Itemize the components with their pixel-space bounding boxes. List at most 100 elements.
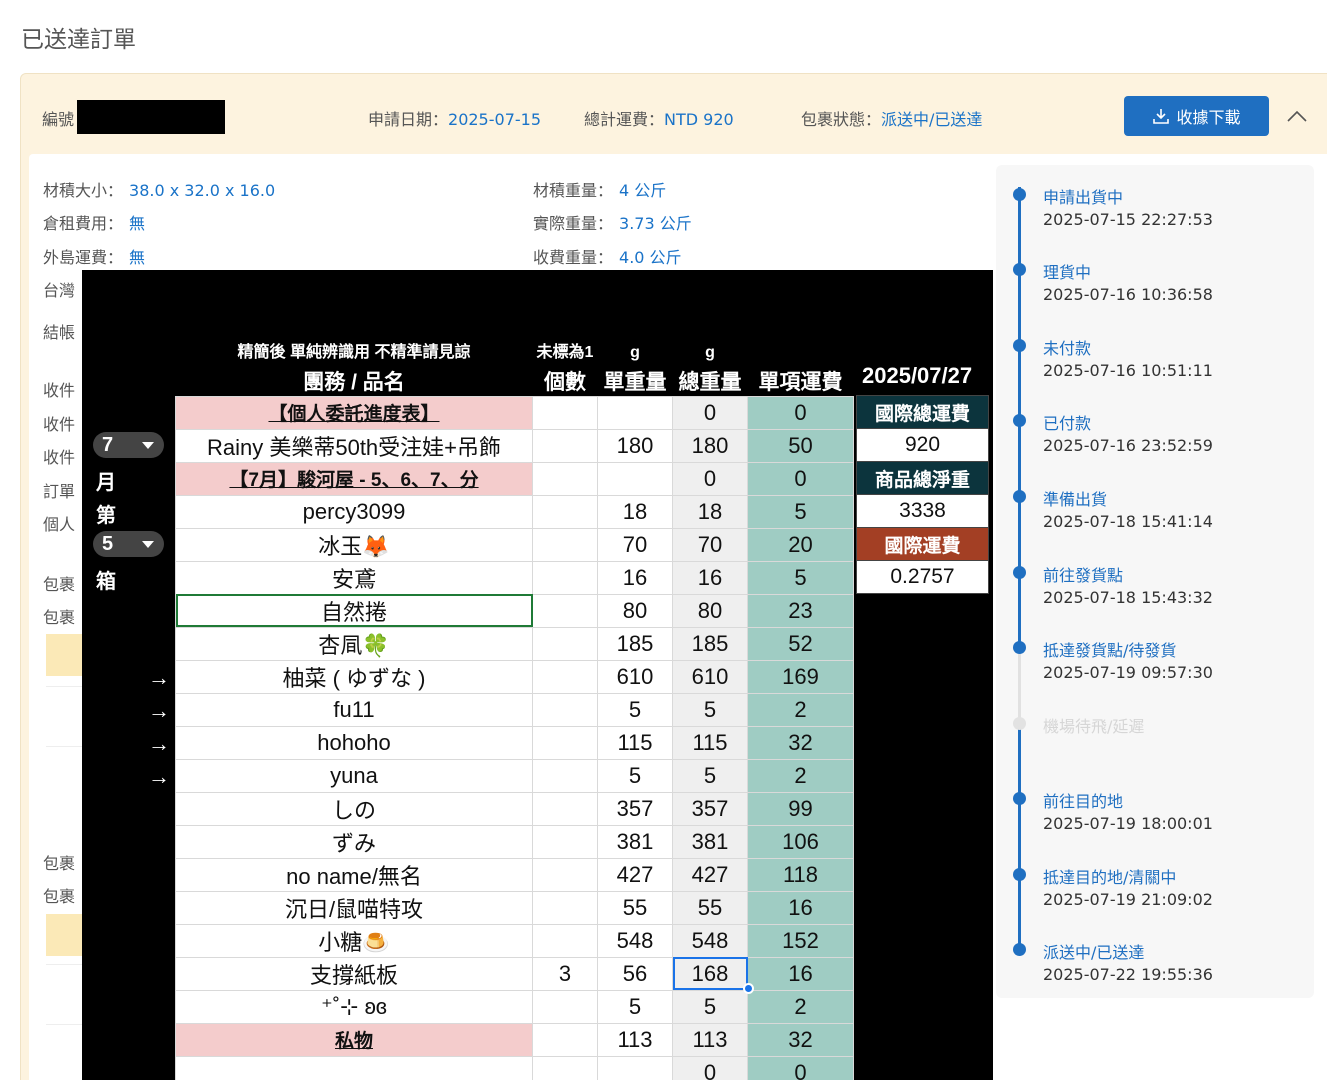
- item-name-cell[interactable]: 自然捲: [175, 593, 533, 628]
- item-name-cell[interactable]: 小糖🍮: [175, 923, 533, 958]
- item-name-cell[interactable]: [175, 1055, 533, 1080]
- fee-cell[interactable]: 169: [747, 659, 854, 694]
- count-cell[interactable]: [532, 560, 598, 595]
- item-name-cell[interactable]: ずみ: [175, 824, 533, 859]
- fee-cell[interactable]: 0: [747, 395, 854, 430]
- total-weight-cell[interactable]: 357: [672, 791, 748, 826]
- fee-cell[interactable]: 99: [747, 791, 854, 826]
- item-name-cell[interactable]: 冰玉🦊: [175, 527, 533, 562]
- fee-cell[interactable]: 23: [747, 593, 854, 628]
- fee-cell[interactable]: 0: [747, 1055, 854, 1080]
- fee-cell[interactable]: 106: [747, 824, 854, 859]
- item-name-cell[interactable]: 柚菜 ( ゆずな ): [175, 659, 533, 694]
- count-cell[interactable]: [532, 791, 598, 826]
- unit-weight-cell[interactable]: 55: [597, 890, 673, 925]
- count-cell[interactable]: [532, 527, 598, 562]
- item-name-cell[interactable]: 【7月】駿河屋 - 5、6、7、分: [175, 461, 533, 496]
- fee-cell[interactable]: 2: [747, 758, 854, 793]
- order-card-header[interactable]: 編號 申請日期：2025-07-15 總計運費：NTD 920 包裹狀態：派送中…: [21, 74, 1327, 154]
- count-cell[interactable]: [532, 428, 598, 463]
- fee-cell[interactable]: 2: [747, 692, 854, 727]
- count-cell[interactable]: [532, 626, 598, 661]
- fee-cell[interactable]: 5: [747, 560, 854, 595]
- total-weight-cell[interactable]: 381: [672, 824, 748, 859]
- count-cell[interactable]: [532, 989, 598, 1024]
- item-name-cell[interactable]: Rainy 美樂蒂50th受注娃+吊飾: [175, 428, 533, 463]
- total-weight-cell[interactable]: 55: [672, 890, 748, 925]
- selection-fill-handle[interactable]: [743, 983, 754, 994]
- count-cell[interactable]: [532, 692, 598, 727]
- unit-weight-cell[interactable]: [597, 395, 673, 430]
- unit-weight-cell[interactable]: [597, 461, 673, 496]
- item-name-cell[interactable]: hohoho: [175, 725, 533, 760]
- fee-cell[interactable]: 2: [747, 989, 854, 1024]
- count-cell[interactable]: [532, 395, 598, 430]
- item-name-cell[interactable]: yuna: [175, 758, 533, 793]
- chevron-up-icon[interactable]: [1285, 104, 1309, 128]
- total-weight-cell[interactable]: 70: [672, 527, 748, 562]
- fee-cell[interactable]: 0: [747, 461, 854, 496]
- count-cell[interactable]: [532, 461, 598, 496]
- summary-value[interactable]: 0.2757: [856, 560, 989, 594]
- box-dropdown[interactable]: 5: [93, 531, 164, 557]
- unit-weight-cell[interactable]: 548: [597, 923, 673, 958]
- unit-weight-cell[interactable]: 80: [597, 593, 673, 628]
- unit-weight-cell[interactable]: 610: [597, 659, 673, 694]
- total-weight-cell[interactable]: 0: [672, 395, 748, 430]
- count-cell[interactable]: [532, 857, 598, 892]
- total-weight-cell[interactable]: 113: [672, 1022, 748, 1057]
- total-weight-cell[interactable]: 548: [672, 923, 748, 958]
- total-weight-cell[interactable]: 168: [672, 956, 748, 991]
- unit-weight-cell[interactable]: 5: [597, 758, 673, 793]
- total-weight-cell[interactable]: 115: [672, 725, 748, 760]
- item-name-cell[interactable]: fu11: [175, 692, 533, 727]
- total-weight-cell[interactable]: 18: [672, 494, 748, 529]
- item-name-cell[interactable]: しの: [175, 791, 533, 826]
- summary-value[interactable]: 920: [856, 428, 989, 462]
- unit-weight-cell[interactable]: 427: [597, 857, 673, 892]
- count-cell[interactable]: [532, 593, 598, 628]
- count-cell[interactable]: [532, 923, 598, 958]
- count-cell[interactable]: [532, 659, 598, 694]
- unit-weight-cell[interactable]: 115: [597, 725, 673, 760]
- fee-cell[interactable]: 20: [747, 527, 854, 562]
- unit-weight-cell[interactable]: 381: [597, 824, 673, 859]
- item-name-cell[interactable]: 【個人委託進度表】: [175, 395, 533, 430]
- total-weight-cell[interactable]: 80: [672, 593, 748, 628]
- item-name-cell[interactable]: no name/無名: [175, 857, 533, 892]
- unit-weight-cell[interactable]: 16: [597, 560, 673, 595]
- fee-cell[interactable]: 16: [747, 956, 854, 991]
- count-cell[interactable]: [532, 1022, 598, 1057]
- count-cell[interactable]: [532, 725, 598, 760]
- item-name-cell[interactable]: 安鳶: [175, 560, 533, 595]
- fee-cell[interactable]: 32: [747, 725, 854, 760]
- count-cell[interactable]: [532, 494, 598, 529]
- receipt-download-button[interactable]: 收據下載: [1124, 96, 1269, 136]
- unit-weight-cell[interactable]: 18: [597, 494, 673, 529]
- item-name-cell[interactable]: 支撐紙板: [175, 956, 533, 991]
- item-name-cell[interactable]: percy3099: [175, 494, 533, 529]
- total-weight-cell[interactable]: 5: [672, 989, 748, 1024]
- total-weight-cell[interactable]: 0: [672, 461, 748, 496]
- fee-cell[interactable]: 118: [747, 857, 854, 892]
- fee-cell[interactable]: 52: [747, 626, 854, 661]
- item-name-cell[interactable]: 沉日/鼠喵特攻: [175, 890, 533, 925]
- total-weight-cell[interactable]: 5: [672, 692, 748, 727]
- unit-weight-cell[interactable]: 70: [597, 527, 673, 562]
- unit-weight-cell[interactable]: 56: [597, 956, 673, 991]
- count-cell[interactable]: [532, 824, 598, 859]
- item-name-cell[interactable]: 杏凬🍀: [175, 626, 533, 661]
- summary-value[interactable]: 3338: [856, 494, 989, 528]
- fee-cell[interactable]: 32: [747, 1022, 854, 1057]
- unit-weight-cell[interactable]: 5: [597, 692, 673, 727]
- total-weight-cell[interactable]: 5: [672, 758, 748, 793]
- total-weight-cell[interactable]: 0: [672, 1055, 748, 1080]
- fee-cell[interactable]: 50: [747, 428, 854, 463]
- month-dropdown[interactable]: 7: [93, 432, 164, 458]
- total-weight-cell[interactable]: 610: [672, 659, 748, 694]
- count-cell[interactable]: 3: [532, 956, 598, 991]
- count-cell[interactable]: [532, 1055, 598, 1080]
- unit-weight-cell[interactable]: 357: [597, 791, 673, 826]
- total-weight-cell[interactable]: 427: [672, 857, 748, 892]
- unit-weight-cell[interactable]: 185: [597, 626, 673, 661]
